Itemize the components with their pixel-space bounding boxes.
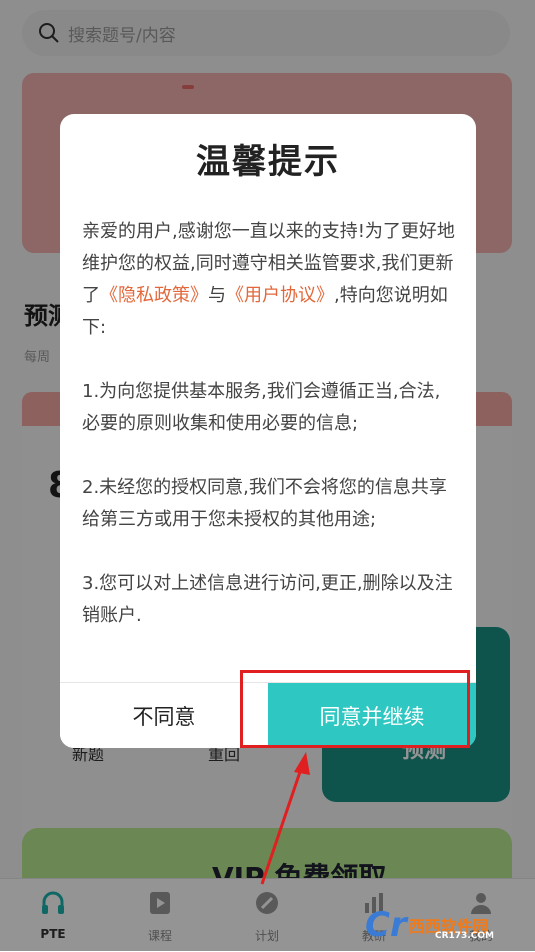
watermark-logo: Cr (365, 905, 407, 945)
highlight-box (240, 670, 470, 748)
dialog-paragraph-1: 亲爱的用户,感谢您一直以来的支持!为了更好地维护您的权益,同时遵守相关监管要求,… (82, 216, 458, 344)
disagree-button[interactable]: 不同意 (60, 683, 268, 748)
dialog-paragraph-3: 2.未经您的授权同意,我们不会将您的信息共享给第三方或用于您未授权的其他用途; (82, 477, 447, 530)
dialog-paragraph-4: 3.您可以对上述信息进行访问,更正,删除以及注销账户. (82, 573, 453, 626)
dialog-paragraph-2: 1.为向您提供基本服务,我们会遵循正当,合法,必要的原则收集和使用必要的信息; (82, 381, 441, 434)
privacy-dialog: 温馨提示 亲爱的用户,感谢您一直以来的支持!为了更好地维护您的权益,同时遵守相关… (60, 114, 476, 748)
user-agreement-link[interactable]: 《用户协议》 (226, 285, 334, 306)
p1-text-b: 与 (208, 285, 226, 306)
dialog-body: 亲爱的用户,感谢您一直以来的支持!为了更好地维护您的权益,同时遵守相关监管要求,… (82, 216, 458, 664)
dialog-title: 温馨提示 (196, 142, 340, 182)
watermark-site: CR173.COM (435, 931, 494, 941)
site-watermark: Cr 西西软件园 CR173.COM (365, 905, 530, 945)
privacy-policy-link[interactable]: 《隐私政策》 (100, 285, 208, 306)
